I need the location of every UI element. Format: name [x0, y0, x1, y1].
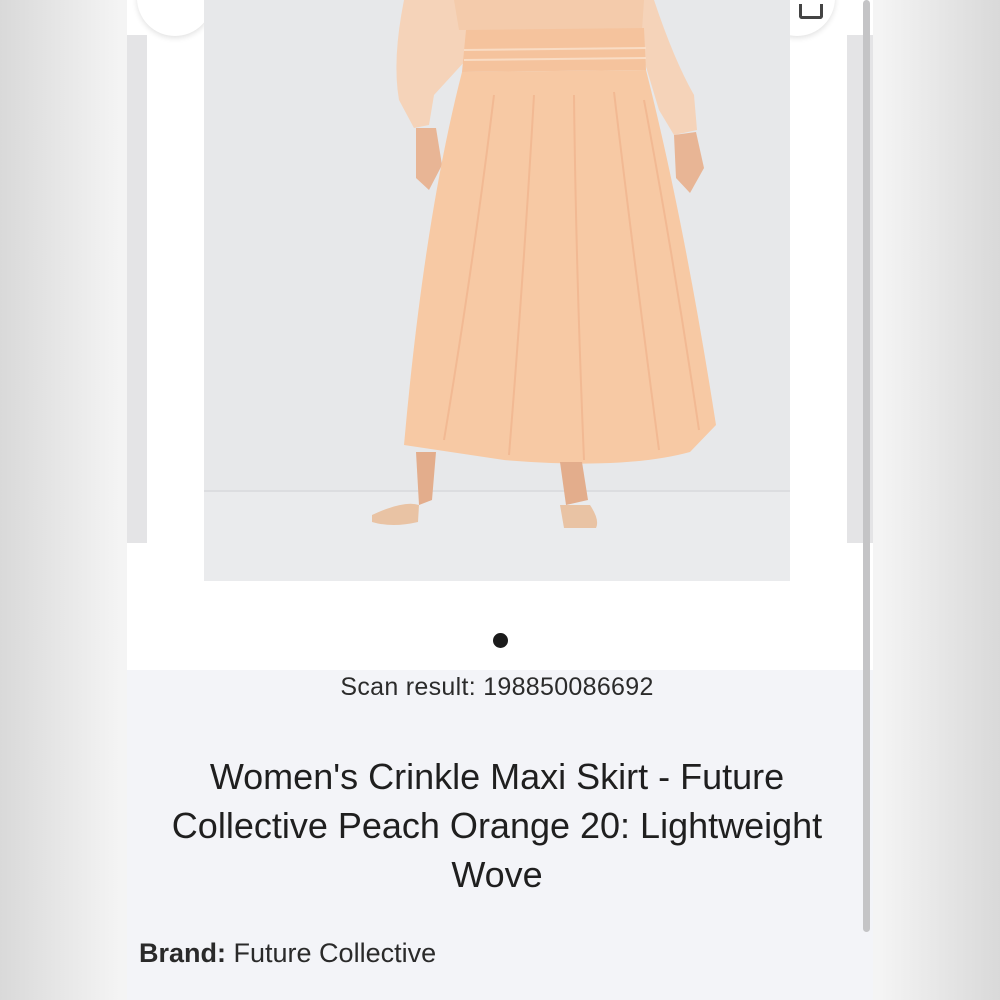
skirt-illustration [372, 0, 716, 528]
favorite-button[interactable]: ♥ [137, 0, 213, 36]
product-screen: ♥ [127, 0, 873, 1000]
product-image[interactable] [204, 0, 790, 581]
product-title: Women's Crinkle Maxi Skirt - Future Coll… [171, 756, 823, 895]
right-leg [560, 462, 588, 505]
right-shoe [560, 505, 598, 528]
pagination-dot-active[interactable] [492, 633, 508, 648]
blouse-body [454, 0, 644, 30]
image-carousel[interactable]: ♥ [127, 0, 873, 670]
bag-icon [799, 4, 823, 19]
carousel-pagination [127, 633, 873, 651]
vertical-scrollbar[interactable] [863, 0, 870, 932]
left-shoe [372, 503, 419, 525]
previous-image-peek[interactable] [127, 35, 147, 543]
brand-value[interactable]: Future Collective [234, 938, 437, 968]
left-hand [416, 128, 442, 190]
left-leg [416, 452, 436, 505]
brand-label: Brand: [139, 938, 226, 968]
brand-row: Brand: Future Collective [139, 938, 436, 969]
right-hand [674, 132, 704, 193]
scan-result-text: Scan result: 198850086692 [340, 673, 654, 701]
